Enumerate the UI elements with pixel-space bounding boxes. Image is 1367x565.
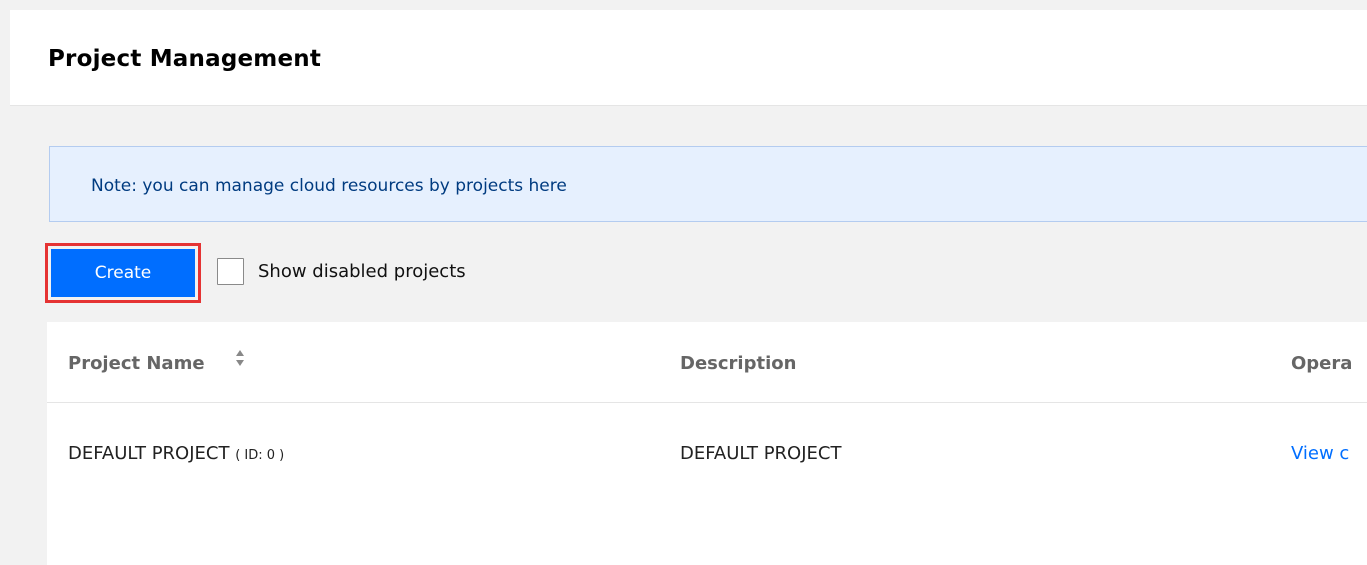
project-name-cell: DEFAULT PROJECT ( ID: 0 ) xyxy=(68,443,284,464)
column-header-description: Description xyxy=(680,353,797,374)
table-header: Project Name Description Opera xyxy=(47,322,1367,403)
create-button-label: Create xyxy=(51,249,195,297)
project-id: ( ID: 0 ) xyxy=(235,448,285,463)
projects-table: Project Name Description Opera DEFAULT P… xyxy=(47,322,1367,565)
show-disabled-projects-toggle[interactable]: Show disabled projects xyxy=(217,258,466,285)
notice-text: Note: you can manage cloud resources by … xyxy=(91,176,567,196)
page: Project Management Note: you can manage … xyxy=(0,0,1367,565)
column-header-project-name-label: Project Name xyxy=(68,353,205,374)
column-header-operation: Opera xyxy=(1291,353,1353,374)
sort-icon[interactable] xyxy=(234,349,246,367)
view-link[interactable]: View c xyxy=(1291,443,1349,464)
page-header: Project Management xyxy=(10,10,1367,106)
project-name: DEFAULT PROJECT xyxy=(68,443,230,464)
info-notice: Note: you can manage cloud resources by … xyxy=(49,146,1367,222)
page-title: Project Management xyxy=(48,46,322,72)
project-description: DEFAULT PROJECT xyxy=(680,443,842,464)
column-header-project-name[interactable]: Project Name xyxy=(68,353,205,374)
create-button[interactable]: Create xyxy=(45,243,201,303)
show-disabled-checkbox[interactable] xyxy=(217,258,244,285)
show-disabled-label: Show disabled projects xyxy=(258,261,466,282)
